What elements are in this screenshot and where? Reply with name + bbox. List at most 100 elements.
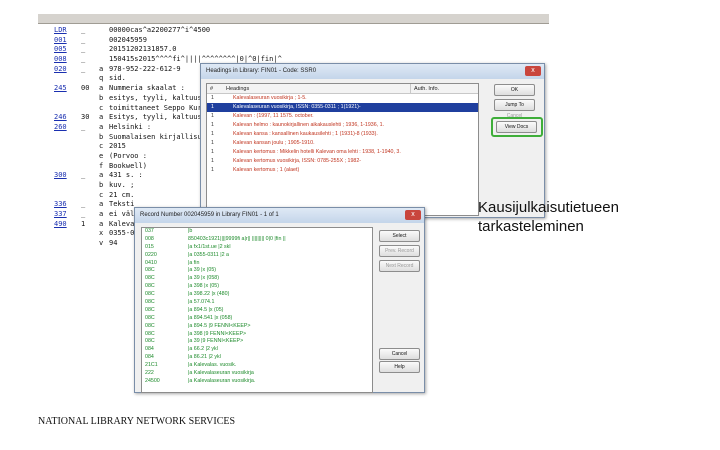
record-field-tag: 08C <box>145 322 155 329</box>
marc-field-tag[interactable]: 337 <box>54 210 76 220</box>
marc-field-tag[interactable]: 300 <box>54 171 76 181</box>
record-field-tag: 015 <box>145 243 154 250</box>
record-field-row[interactable]: 21C1 |a Kalevalas. vuosik. <box>142 362 372 370</box>
heading-row[interactable]: 1 Kalevan kertomus ; 1 (alaet) <box>207 166 478 175</box>
heading-row-text: Kalevan kansan joulu ; 1905-1910. <box>233 140 315 146</box>
marc-field-indicators: _ <box>81 55 86 64</box>
record-field-row[interactable]: 08C |a 894.5 |x (05) <box>142 307 372 315</box>
marc-field-tag[interactable]: LDR <box>54 26 76 36</box>
record-field-row[interactable]: 08C |a 398 |9 FENNI<KEEP> <box>142 331 372 339</box>
caption-line-2: tarkasteleminen <box>478 218 584 235</box>
marc-subfield-code: f <box>99 161 104 170</box>
record-field-row[interactable]: 222 |a Kalevalaseuran vuosikirja <box>142 370 372 378</box>
select-button[interactable]: Select <box>379 230 420 242</box>
record-field-value: 850403c1921||||9999fi a|r|| ||||||||| 0|… <box>188 235 286 242</box>
record-field-row[interactable]: 08C |a 39 |x (05) <box>142 267 372 275</box>
marc-field-value: 2015 <box>109 142 126 151</box>
record-dialog-title: Record Number 002045959 in Library FIN01… <box>135 208 424 223</box>
marc-field-tag[interactable]: 020 <box>54 65 76 75</box>
cancel-button[interactable]: Cancel <box>379 348 420 360</box>
view-docs-button[interactable]: View Docs <box>496 121 537 133</box>
heading-row[interactable]: 1 Kalevan kansan joulu ; 1905-1910. <box>207 139 478 148</box>
heading-row[interactable]: 1 Kalevalaseuran vuosikirja ; 1-5. <box>207 94 478 103</box>
record-field-row[interactable]: 08C |a 39 |9 FENNI<KEEP> <box>142 338 372 346</box>
marc-field-value: 20151202131857.0 <box>109 45 177 54</box>
marc-field-tag[interactable]: 001 <box>54 36 76 46</box>
column-header-auth-info[interactable]: Auth. Info. <box>410 84 439 94</box>
record-field-row[interactable]: 08C |a 398.22 |x (480) <box>142 291 372 299</box>
marc-subfield-code: c <box>99 190 104 199</box>
marc-field-value: Bookwell) <box>109 161 147 170</box>
record-field-row[interactable]: 084 |a 66.2 |2 ykl <box>142 346 372 354</box>
marc-subfield-code: v <box>99 239 104 246</box>
marc-field-tag[interactable]: 336 <box>54 200 76 210</box>
record-field-row[interactable]: 0220 |a 0355-0311 |2 a <box>142 252 372 260</box>
heading-row[interactable]: 1 Kalevalaseuran vuosikirja, ISSN: 0355-0… <box>207 103 478 112</box>
marc-field-indicators: 30 <box>81 113 90 122</box>
marc-subfield-code: a <box>99 210 104 219</box>
record-field-row[interactable]: 037 |b <box>142 228 372 236</box>
record-field-row[interactable]: 08C |a 398 |x (05) <box>142 283 372 291</box>
headings-list[interactable]: # Headings Auth. Info. 1 Kalevalaseuran v… <box>206 83 479 216</box>
heading-row[interactable]: 1 Kalevan kertomus vuosikirja, ISSN: 0785… <box>207 157 478 166</box>
marc-field-value: Esitys, tyyli, kaltuus <box>109 113 202 122</box>
marc-field-indicators: _ <box>81 26 86 34</box>
marc-field-tag[interactable]: 005 <box>54 45 76 55</box>
marc-field-tag[interactable]: 246 <box>54 113 76 123</box>
ok-button[interactable]: OK <box>494 84 535 96</box>
marc-field-value: sid. <box>109 74 126 83</box>
heading-row[interactable]: 1 Kalevan : (1997, 11 1575. october. <box>207 112 478 121</box>
marc-field-tag[interactable]: 008 <box>54 55 76 65</box>
record-field-tag: 08C <box>145 299 155 306</box>
heading-row[interactable]: 1 Kalevan helmo : kaunokirjallinen aikaka… <box>207 121 478 130</box>
record-field-value: |a fin <box>188 259 200 266</box>
heading-row-text: Kalevan kertomus ; 1 (alaet) <box>233 167 300 173</box>
prev-record-button[interactable]: Prev. Record <box>379 245 420 257</box>
record-field-value: |a 39 |9 FENNI<KEEP> <box>188 338 244 345</box>
marc-field-value: Helsinki : <box>109 122 152 131</box>
headings-close-button[interactable]: x <box>525 66 541 76</box>
marc-field-indicators: 00 <box>81 84 90 93</box>
record-field-value: |a 0355-0311 |2 a <box>188 251 229 258</box>
record-field-row[interactable]: 08C |a 894.5 |9 FENNI<KEEP> <box>142 323 372 331</box>
marc-field-tag[interactable]: 490 <box>54 220 76 230</box>
marc-field-value: 94 <box>109 239 118 246</box>
column-header-headings[interactable]: Headings <box>226 84 249 94</box>
heading-row-count: 1 <box>211 149 214 155</box>
marc-field-value: Nummeria skaalat : <box>109 84 185 93</box>
next-record-button[interactable]: Next Record <box>379 260 420 272</box>
marc-field-tag[interactable]: 245 <box>54 84 76 94</box>
record-field-row[interactable]: 015 |a fx1/1st.ue |2 skl <box>142 244 372 252</box>
marc-field-indicators: _ <box>81 200 86 209</box>
marc-field-row: LDR _ 00000cas^a2200277^i^4500 <box>38 26 549 36</box>
slide-footer: NATIONAL LIBRARY NETWORK SERVICES <box>38 416 236 427</box>
record-field-row[interactable]: 08C |a 894.541 |x (058) <box>142 315 372 323</box>
view-docs-highlight: View Docs <box>491 117 543 137</box>
record-field-list[interactable]: 037 |b 008 850403c1921||||9999fi a|r|| ||||… <box>141 227 373 393</box>
heading-row[interactable]: 1 Kalevan kertomus : Mikkelin hotelli Kal… <box>207 148 478 157</box>
marc-subfield-code: b <box>99 181 104 189</box>
help-button[interactable]: Help <box>379 361 420 373</box>
record-field-tag: 008 <box>145 235 154 242</box>
column-header-number[interactable]: # <box>210 84 213 94</box>
marc-toolbar <box>38 14 549 24</box>
marc-field-indicators: _ <box>81 171 86 180</box>
record-close-button[interactable]: x <box>405 210 421 220</box>
record-field-value: |a fx1/1st.ue |2 skl <box>188 243 231 250</box>
marc-field-tag[interactable]: 260 <box>54 123 76 133</box>
heading-row-text: Kalevan helmo : kaunokirjallinen aikakau… <box>233 122 385 128</box>
heading-row-count: 1 <box>211 167 214 173</box>
heading-row[interactable]: 1 Kalevan kansa : kansallinen kaukausileh… <box>207 130 478 139</box>
marc-subfield-code: a <box>99 113 104 122</box>
record-field-row[interactable]: 24500 |a Kalevalaseuran vuosikirja. <box>142 378 372 386</box>
record-field-row[interactable]: 08C |a 57.074.1 <box>142 299 372 307</box>
record-field-row[interactable]: 008 850403c1921||||9999fi a|r|| |||||||||… <box>142 236 372 244</box>
jump-to-button[interactable]: Jump To <box>494 99 535 111</box>
record-field-row[interactable]: 0410 |a fin <box>142 260 372 268</box>
record-field-row[interactable]: 084 |a 86.21 |2 ykl <box>142 354 372 362</box>
record-field-row[interactable]: 08C |a 39 |x (058) <box>142 275 372 283</box>
record-field-value: |a 398.22 |x (480) <box>188 291 230 298</box>
marc-field-row: 001 _ 002045959 <box>38 36 549 46</box>
marc-field-value: 21 cm. <box>109 190 135 199</box>
marc-field-indicators: _ <box>81 35 86 44</box>
